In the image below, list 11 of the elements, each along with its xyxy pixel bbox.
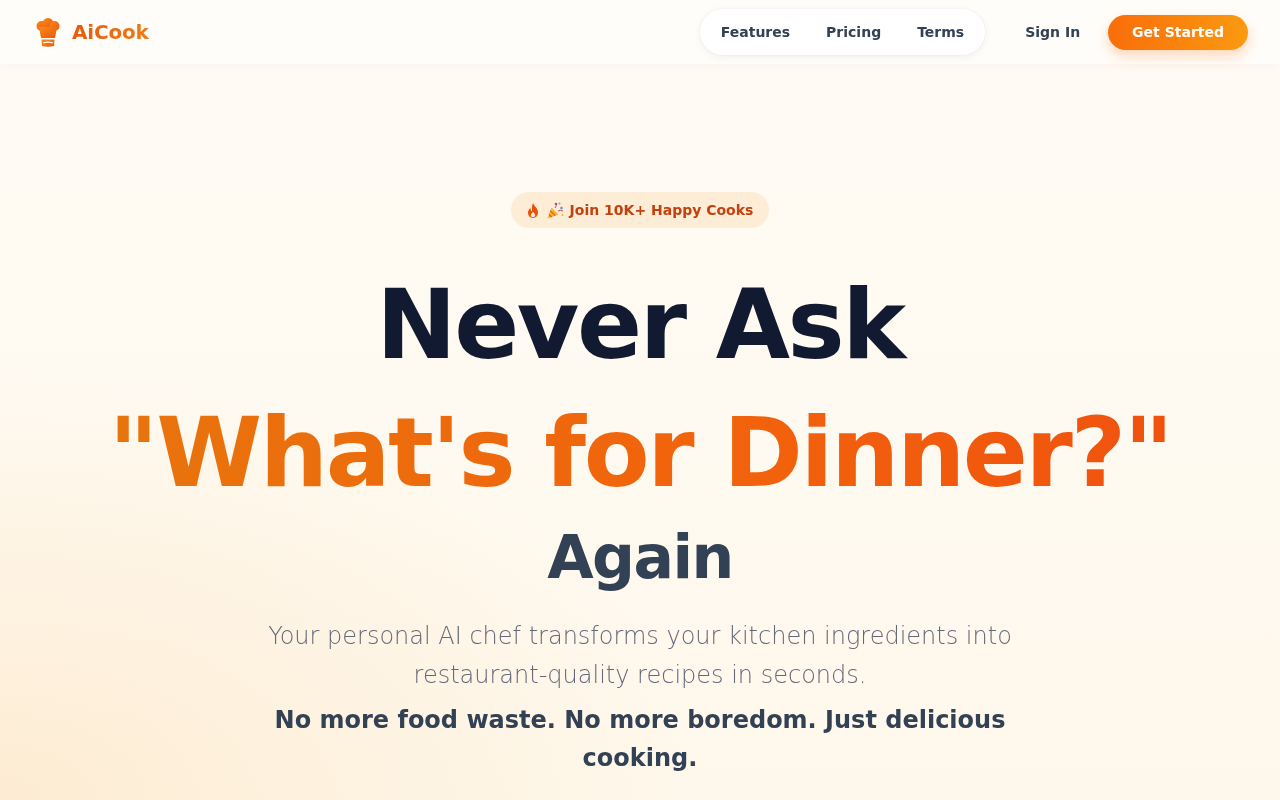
hero-subtitle: Your personal AI chef transforms your kitchen ingredients into restaurant-quality recipes in seconds. — [267, 621, 1013, 691]
nav-link[interactable]: Features — [702, 14, 809, 50]
sign-in-link[interactable]: Sign In — [1009, 16, 1097, 48]
nav-link[interactable]: Pricing — [808, 14, 900, 50]
badge-text: Join 10K+ Happy Cooks — [569, 202, 754, 218]
flame-icon — [526, 202, 539, 218]
party-popper-icon — [546, 201, 564, 219]
headline-line: Again — [547, 524, 733, 590]
hero-tagline: No more food waste. No more boredom. Just delicious cooking. — [273, 705, 1007, 775]
chef-hat-icon — [36, 17, 60, 47]
nav-link[interactable]: Terms — [899, 14, 983, 50]
